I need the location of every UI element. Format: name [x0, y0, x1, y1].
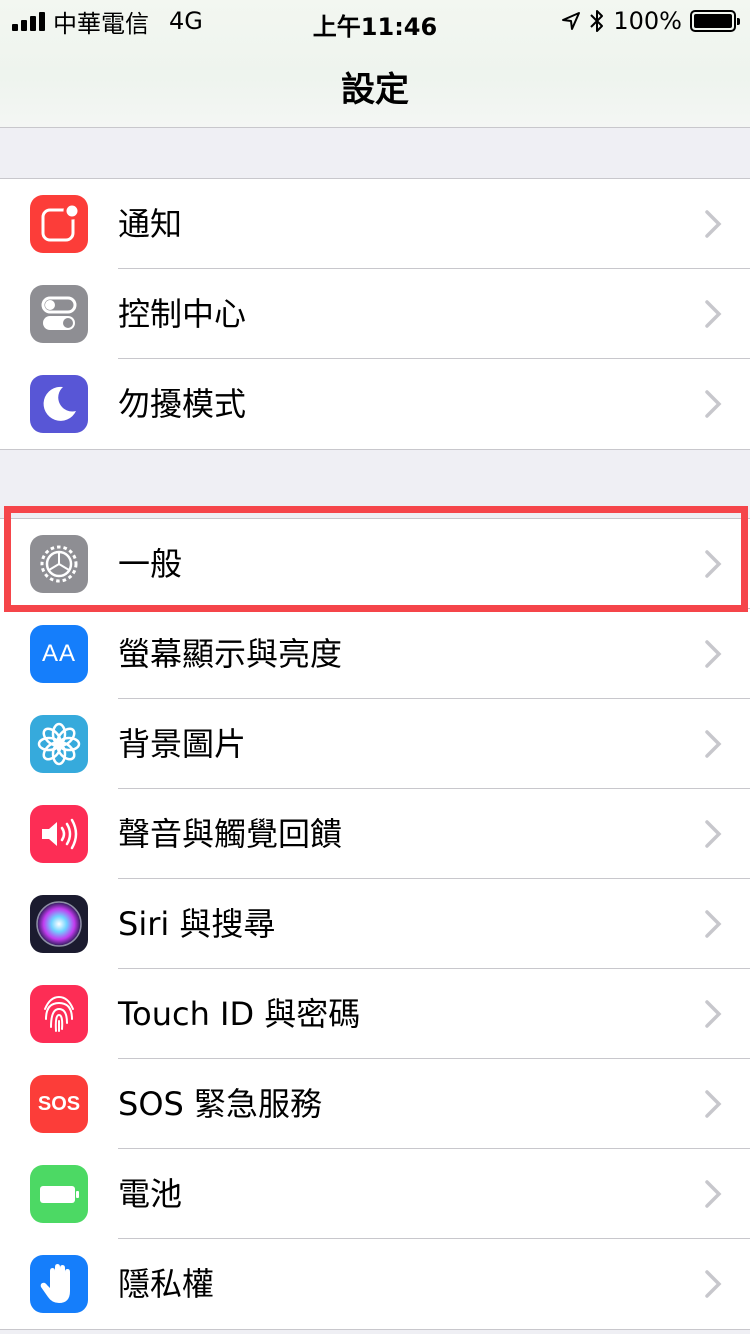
chevron-right-icon	[705, 550, 722, 578]
moon-icon	[30, 375, 88, 433]
settings-row-notifications[interactable]: 通知	[0, 179, 750, 269]
chevron-right-icon	[705, 210, 722, 238]
location-arrow-icon	[562, 12, 581, 30]
speaker-icon	[30, 805, 88, 863]
gear-icon	[30, 535, 88, 593]
settings-row-battery[interactable]: 電池	[0, 1149, 750, 1239]
settings-row-label: 隱私權	[118, 1265, 215, 1303]
control-center-icon	[30, 285, 88, 343]
battery-percentage: 100%	[613, 7, 682, 35]
settings-row-label: 背景圖片	[118, 725, 247, 763]
settings-row-do-not-disturb[interactable]: 勿擾模式	[0, 359, 750, 449]
settings-row-control-center[interactable]: 控制中心	[0, 269, 750, 359]
chevron-right-icon	[705, 640, 722, 668]
settings-group-1: 通知 控制中心 勿擾模式	[0, 178, 750, 450]
settings-row-sounds-haptics[interactable]: 聲音與觸覺回饋	[0, 789, 750, 879]
chevron-right-icon	[705, 390, 722, 418]
settings-row-display-brightness[interactable]: AA 螢幕顯示與亮度	[0, 609, 750, 699]
settings-row-label: 螢幕顯示與亮度	[118, 635, 343, 673]
chevron-right-icon	[705, 910, 722, 938]
settings-row-emergency-sos[interactable]: SOS SOS 緊急服務	[0, 1059, 750, 1149]
battery-status-icon	[690, 10, 740, 32]
chevron-right-icon	[705, 300, 722, 328]
settings-row-label: 勿擾模式	[118, 385, 247, 423]
sos-icon: SOS	[30, 1075, 88, 1133]
settings-row-wallpaper[interactable]: 背景圖片	[0, 699, 750, 789]
chevron-right-icon	[705, 730, 722, 758]
settings-row-label: 通知	[118, 205, 183, 243]
settings-row-touch-id-passcode[interactable]: Touch ID 與密碼	[0, 969, 750, 1059]
settings-row-label: SOS 緊急服務	[118, 1085, 322, 1123]
notifications-icon	[30, 195, 88, 253]
settings-row-label: 電池	[118, 1175, 183, 1213]
flower-icon	[30, 715, 88, 773]
display-aa-icon: AA	[30, 625, 88, 683]
settings-row-privacy[interactable]: 隱私權	[0, 1239, 750, 1329]
fingerprint-icon	[30, 985, 88, 1043]
chevron-right-icon	[705, 1180, 722, 1208]
siri-icon	[30, 895, 88, 953]
chevron-right-icon	[705, 820, 722, 848]
chevron-right-icon	[705, 1090, 722, 1118]
battery-icon	[30, 1165, 88, 1223]
status-bar: 中華電信 4G 上午11:46 100%	[0, 0, 750, 41]
settings-row-label: Siri 與搜尋	[118, 905, 276, 943]
settings-row-siri-search[interactable]: Siri 與搜尋	[0, 879, 750, 969]
settings-row-general[interactable]: 一般	[0, 519, 750, 609]
navigation-bar: 中華電信 4G 上午11:46 100% 設定	[0, 0, 750, 128]
bluetooth-icon	[590, 10, 604, 32]
page-title: 設定	[341, 70, 409, 110]
settings-row-label: 控制中心	[118, 295, 247, 333]
chevron-right-icon	[705, 1270, 722, 1298]
settings-row-label: 聲音與觸覺回饋	[118, 815, 343, 853]
chevron-right-icon	[705, 1000, 722, 1028]
settings-group-2: 一般 AA 螢幕顯示與亮度 背景圖片 聲音與觸覺回饋 Siri 與搜尋 Touc…	[0, 518, 750, 1330]
hand-icon	[30, 1255, 88, 1313]
settings-row-label: Touch ID 與密碼	[118, 995, 361, 1033]
settings-row-label: 一般	[118, 545, 183, 583]
